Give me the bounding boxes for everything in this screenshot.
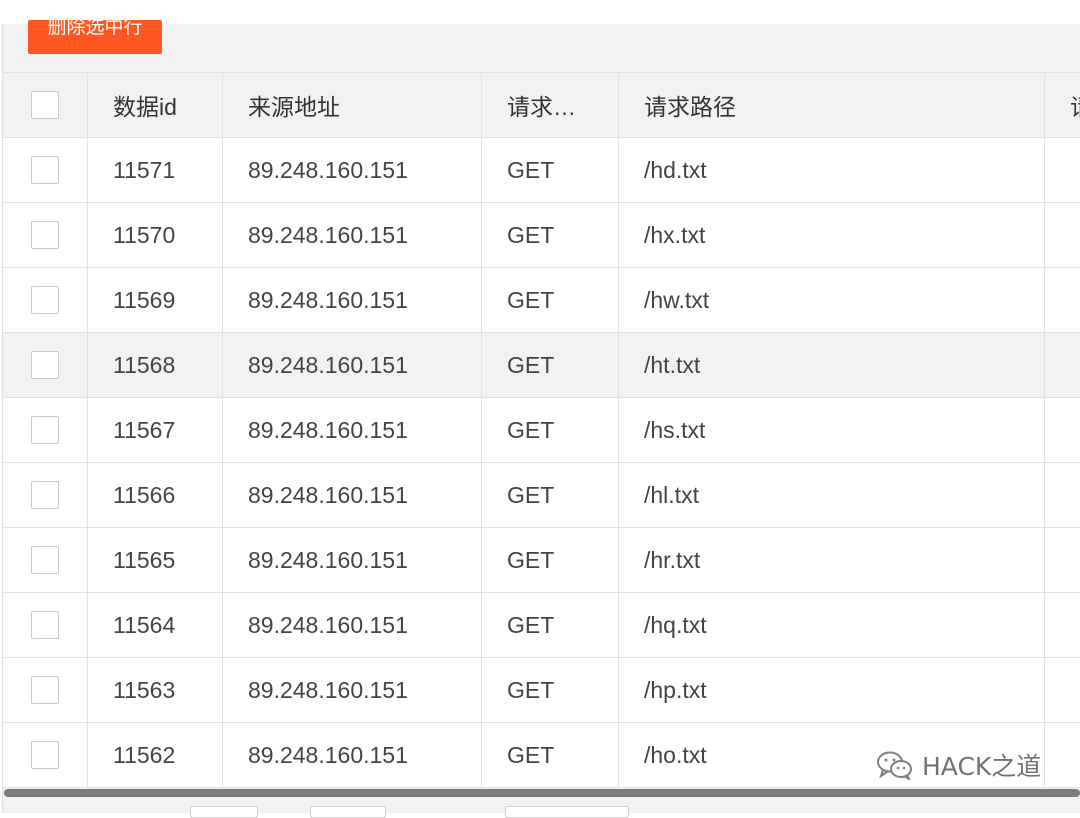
cell-id: 11563 xyxy=(88,658,223,723)
cell-path: /ht.txt xyxy=(619,333,1045,398)
cell-path: /hw.txt xyxy=(619,268,1045,333)
cell-extra xyxy=(1045,138,1080,203)
table-row[interactable]: 11567 89.248.160.151 GET /hs.txt xyxy=(3,398,1080,463)
table-row[interactable]: 11563 89.248.160.151 GET /hp.txt xyxy=(3,658,1080,723)
cell-method: GET xyxy=(482,723,619,788)
row-checkbox[interactable] xyxy=(31,741,59,769)
row-select-cell xyxy=(3,398,88,463)
cell-source: 89.248.160.151 xyxy=(223,333,482,398)
row-select-cell xyxy=(3,463,88,528)
table-row[interactable]: 11566 89.248.160.151 GET /hl.txt xyxy=(3,463,1080,528)
cell-extra xyxy=(1045,723,1080,788)
column-header-source[interactable]: 来源地址 xyxy=(223,73,482,138)
row-checkbox[interactable] xyxy=(31,221,59,249)
cell-source: 89.248.160.151 xyxy=(223,463,482,528)
cell-source: 89.248.160.151 xyxy=(223,723,482,788)
watermark-text: HACK之道 xyxy=(922,747,1041,783)
cell-id: 11562 xyxy=(88,723,223,788)
row-select-cell xyxy=(3,593,88,658)
cell-path: /hd.txt xyxy=(619,138,1045,203)
table-row-hovered[interactable]: 11568 89.248.160.151 GET /ht.txt xyxy=(3,333,1080,398)
table-row[interactable]: 11565 89.248.160.151 GET /hr.txt xyxy=(3,528,1080,593)
row-checkbox[interactable] xyxy=(31,481,59,509)
cell-id: 11571 xyxy=(88,138,223,203)
cell-path: /hx.txt xyxy=(619,203,1045,268)
cell-source: 89.248.160.151 xyxy=(223,658,482,723)
row-select-cell xyxy=(3,203,88,268)
wechat-icon xyxy=(876,750,914,780)
pager-control[interactable] xyxy=(505,806,629,818)
cell-source: 89.248.160.151 xyxy=(223,398,482,463)
column-header-id[interactable]: 数据id xyxy=(88,73,223,138)
cell-method: GET xyxy=(482,528,619,593)
column-header-method[interactable]: 请求… xyxy=(482,73,619,138)
cell-path: /hp.txt xyxy=(619,658,1045,723)
row-select-cell xyxy=(3,528,88,593)
cell-source: 89.248.160.151 xyxy=(223,138,482,203)
cell-id: 11567 xyxy=(88,398,223,463)
delete-selected-button[interactable]: 删除选中行 xyxy=(28,20,162,54)
row-checkbox[interactable] xyxy=(31,286,59,314)
cell-extra xyxy=(1045,528,1080,593)
table-header-row: 数据id 来源地址 请求… 请求路径 请 xyxy=(3,73,1080,138)
cell-extra xyxy=(1045,203,1080,268)
cell-extra xyxy=(1045,593,1080,658)
select-all-checkbox[interactable] xyxy=(31,91,59,119)
cell-path: /hr.txt xyxy=(619,528,1045,593)
cell-id: 11564 xyxy=(88,593,223,658)
watermark: HACK之道 xyxy=(876,748,1041,782)
cell-id: 11568 xyxy=(88,333,223,398)
cell-path: /hs.txt xyxy=(619,398,1045,463)
cell-method: GET xyxy=(482,463,619,528)
cell-source: 89.248.160.151 xyxy=(223,528,482,593)
cell-method: GET xyxy=(482,268,619,333)
row-checkbox[interactable] xyxy=(31,351,59,379)
cell-method: GET xyxy=(482,138,619,203)
table-row[interactable]: 11571 89.248.160.151 GET /hd.txt xyxy=(3,138,1080,203)
cell-id: 11569 xyxy=(88,268,223,333)
row-checkbox[interactable] xyxy=(31,156,59,184)
table-row[interactable]: 11569 89.248.160.151 GET /hw.txt xyxy=(3,268,1080,333)
cell-source: 89.248.160.151 xyxy=(223,203,482,268)
select-all-cell xyxy=(3,73,88,138)
delete-selected-label: 删除选中行 xyxy=(47,20,142,38)
cell-method: GET xyxy=(482,658,619,723)
cell-extra xyxy=(1045,398,1080,463)
row-select-cell xyxy=(3,333,88,398)
cell-path: /hq.txt xyxy=(619,593,1045,658)
row-checkbox[interactable] xyxy=(31,546,59,574)
row-checkbox[interactable] xyxy=(31,416,59,444)
cell-id: 11565 xyxy=(88,528,223,593)
cell-method: GET xyxy=(482,333,619,398)
row-select-cell xyxy=(3,268,88,333)
table-row[interactable]: 11564 89.248.160.151 GET /hq.txt xyxy=(3,593,1080,658)
pager-control[interactable] xyxy=(190,806,258,818)
cell-extra xyxy=(1045,463,1080,528)
cell-id: 11566 xyxy=(88,463,223,528)
pager-control[interactable] xyxy=(310,806,386,818)
cell-extra xyxy=(1045,268,1080,333)
row-checkbox[interactable] xyxy=(31,676,59,704)
cell-extra xyxy=(1045,658,1080,723)
cell-method: GET xyxy=(482,593,619,658)
cell-method: GET xyxy=(482,398,619,463)
row-select-cell xyxy=(3,138,88,203)
cell-method: GET xyxy=(482,203,619,268)
horizontal-scrollbar[interactable] xyxy=(4,789,1080,797)
cell-id: 11570 xyxy=(88,203,223,268)
cell-extra xyxy=(1045,333,1080,398)
column-header-path[interactable]: 请求路径 xyxy=(619,73,1045,138)
row-checkbox[interactable] xyxy=(31,611,59,639)
data-table: 数据id 来源地址 请求… 请求路径 请 11571 89.248.160.15… xyxy=(2,72,1080,788)
table-row[interactable]: 11570 89.248.160.151 GET /hx.txt xyxy=(3,203,1080,268)
cell-source: 89.248.160.151 xyxy=(223,268,482,333)
row-select-cell xyxy=(3,723,88,788)
cell-source: 89.248.160.151 xyxy=(223,593,482,658)
column-header-truncated[interactable]: 请 xyxy=(1045,73,1080,138)
row-select-cell xyxy=(3,658,88,723)
cell-path: /hl.txt xyxy=(619,463,1045,528)
